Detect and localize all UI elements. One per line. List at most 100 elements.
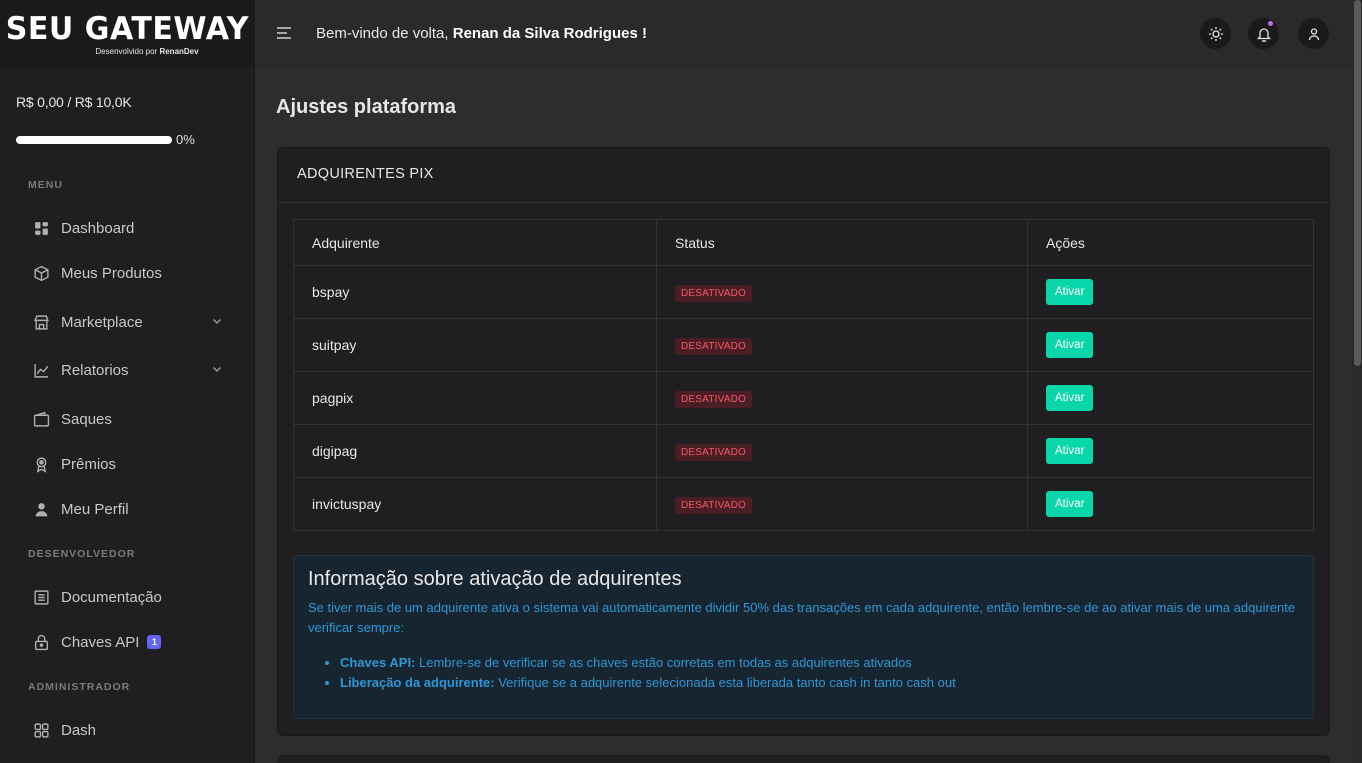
notifications-button[interactable] xyxy=(1248,18,1279,49)
brand-sub-prefix: Desenvolvido por xyxy=(95,46,158,56)
sidebar-item-label: Chaves API xyxy=(61,633,140,651)
dashboard-icon xyxy=(32,219,50,237)
info-bullet-label: Liberação da adquirente: xyxy=(340,675,495,690)
info-list-item: Liberação da adquirente: Verifique se a … xyxy=(340,673,1299,693)
menu-section-label: MENU xyxy=(28,179,63,191)
box-icon xyxy=(32,264,50,282)
status-badge: DESATIVADO xyxy=(675,443,752,461)
balance-progress: 0% xyxy=(16,132,195,147)
status-badge: DESATIVADO xyxy=(675,284,752,302)
acquirer-name: invictuspay xyxy=(293,477,657,531)
info-bullet-label: Chaves API: xyxy=(340,655,416,670)
activate-button[interactable]: Ativar xyxy=(1046,279,1094,305)
sidebar-item-saques[interactable]: Saques xyxy=(32,406,227,432)
sidebar-item-label: Meu Perfil xyxy=(61,500,129,518)
activate-button[interactable]: Ativar xyxy=(1046,385,1094,411)
progress-bar xyxy=(16,135,172,144)
action-cell: Ativar xyxy=(1027,265,1314,319)
acquirers-card: ADQUIRENTES PIX Adquirente Status Ações … xyxy=(277,147,1330,736)
sun-icon xyxy=(1208,26,1223,41)
welcome-prefix: Bem-vindo de volta, xyxy=(316,25,449,42)
hamburger-menu-icon[interactable] xyxy=(276,26,292,40)
dev-section-label: DESENVOLVEDOR xyxy=(28,548,136,560)
document-icon xyxy=(32,588,50,606)
table-row: suitpay DESATIVADO Ativar xyxy=(293,318,1314,372)
status-cell: DESATIVADO xyxy=(656,265,1028,319)
page-scrollbar[interactable] xyxy=(1352,0,1362,763)
balance-text: R$ 0,00 / R$ 10,0K xyxy=(16,94,132,110)
sidebar-item-relatorios[interactable]: Relatorios xyxy=(32,357,227,383)
column-header-adquirente: Adquirente xyxy=(293,219,657,266)
sidebar-item-dashboard[interactable]: Dashboard xyxy=(32,215,227,241)
action-cell: Ativar xyxy=(1027,424,1314,478)
sidebar-item-chaves-api[interactable]: Chaves API 1 xyxy=(32,629,227,655)
info-bullet-text: Verifique se a adquirente selecionada es… xyxy=(494,675,956,690)
chart-line-icon xyxy=(32,361,50,379)
progress-label: 0% xyxy=(176,132,195,147)
brand-subtitle: Desenvolvido por RenanDev xyxy=(95,47,198,56)
brand-sub-author: RenanDev xyxy=(159,46,199,56)
info-text: Se tiver mais de um adquirente ativa o s… xyxy=(308,600,1296,635)
action-cell: Ativar xyxy=(1027,477,1314,531)
theme-toggle-button[interactable] xyxy=(1200,18,1231,49)
acquirer-name: suitpay xyxy=(293,318,657,372)
sidebar-item-premios[interactable]: Prêmios xyxy=(32,451,227,477)
store-icon xyxy=(32,313,50,331)
topbar: Bem-vindo de volta, Renan da Silva Rodri… xyxy=(256,0,1352,68)
award-icon xyxy=(32,455,50,473)
grid-icon xyxy=(32,721,50,739)
action-cell: Ativar xyxy=(1027,318,1314,372)
sidebar-item-meu-perfil[interactable]: Meu Perfil xyxy=(32,496,227,522)
brand-name: SEU GATEWAY xyxy=(5,10,249,47)
activate-button[interactable]: Ativar xyxy=(1046,438,1094,464)
activate-button[interactable]: Ativar xyxy=(1046,491,1094,517)
status-cell: DESATIVADO xyxy=(656,318,1028,372)
table-row: pagpix DESATIVADO Ativar xyxy=(293,371,1314,425)
sidebar-item-label: Relatorios xyxy=(61,361,129,379)
sidebar: SEU GATEWAY Desenvolvido por RenanDev R$… xyxy=(0,0,255,763)
table-row: digipag DESATIVADO Ativar xyxy=(293,424,1314,478)
status-badge: DESATIVADO xyxy=(675,390,752,408)
acquirer-name: pagpix xyxy=(293,371,657,425)
welcome-message: Bem-vindo de volta, Renan da Silva Rodri… xyxy=(316,25,647,42)
sidebar-item-documentacao[interactable]: Documentação xyxy=(32,584,227,610)
action-cell: Ativar xyxy=(1027,371,1314,425)
chevron-down-icon[interactable] xyxy=(211,315,223,327)
user-menu-button[interactable] xyxy=(1298,18,1329,49)
user-icon xyxy=(1308,27,1319,40)
wallet-icon xyxy=(32,410,50,428)
sidebar-item-label: Documentação xyxy=(61,588,162,606)
scroll-thumb[interactable] xyxy=(1354,0,1361,366)
sidebar-item-label: Dash xyxy=(61,721,97,739)
sidebar-item-label: Prêmios xyxy=(61,455,117,473)
bell-icon xyxy=(1256,27,1271,42)
info-list: Chaves API: Lembre-se de verificar se as… xyxy=(340,653,1299,693)
activate-button[interactable]: Ativar xyxy=(1046,332,1094,358)
table-header-row: Adquirente Status Ações xyxy=(293,219,1314,266)
column-header-status: Status xyxy=(656,219,1028,266)
info-alert: Informação sobre ativação de adquirentes… xyxy=(293,555,1314,719)
sidebar-item-meus-produtos[interactable]: Meus Produtos xyxy=(32,260,227,286)
lock-icon xyxy=(32,633,50,651)
column-header-acoes: Ações xyxy=(1027,219,1314,266)
sidebar-item-dash[interactable]: Dash xyxy=(32,717,227,743)
page-title: Ajustes plataforma xyxy=(276,96,457,118)
user-name: Renan da Silva Rodrigues ! xyxy=(452,25,647,42)
sidebar-item-label: Marketplace xyxy=(61,313,143,331)
info-title: Informação sobre ativação de adquirentes xyxy=(308,568,682,590)
sidebar-item-marketplace[interactable]: Marketplace xyxy=(32,309,227,335)
status-cell: DESATIVADO xyxy=(656,477,1028,531)
user-icon xyxy=(32,500,50,518)
sidebar-item-label: Dashboard xyxy=(61,219,135,237)
admin-section-label: ADMINISTRADOR xyxy=(28,681,131,693)
status-cell: DESATIVADO xyxy=(656,424,1028,478)
table-row: invictuspay DESATIVADO Ativar xyxy=(293,477,1314,531)
next-card-edge xyxy=(277,755,1330,763)
chevron-down-icon[interactable] xyxy=(211,363,223,375)
status-cell: DESATIVADO xyxy=(656,371,1028,425)
logo[interactable]: SEU GATEWAY Desenvolvido por RenanDev xyxy=(0,0,254,68)
info-bullet-text: Lembre-se de verificar se as chaves estã… xyxy=(415,655,912,670)
sidebar-item-label: Saques xyxy=(61,410,112,428)
status-badge: DESATIVADO xyxy=(675,337,752,355)
acquirer-name: bspay xyxy=(293,265,657,319)
